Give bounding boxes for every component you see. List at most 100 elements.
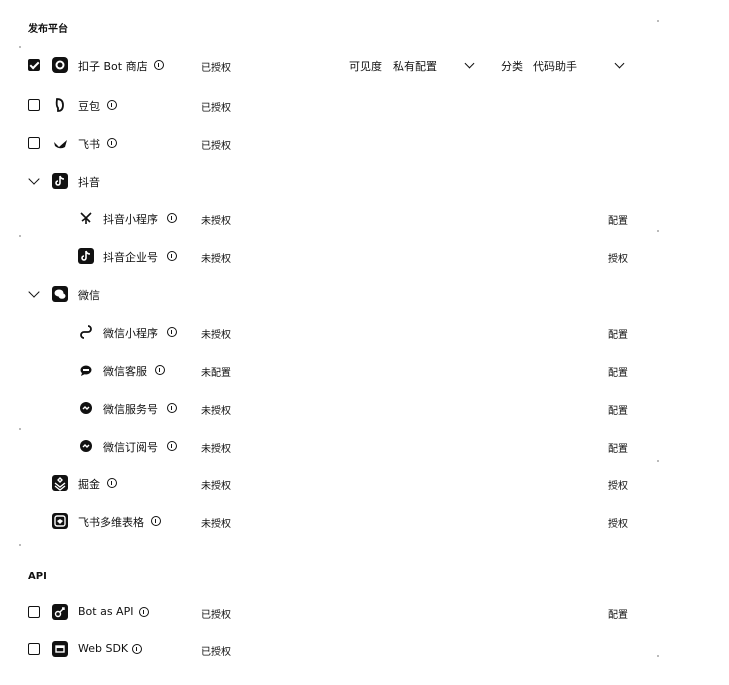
edge-dot xyxy=(657,230,659,232)
douyin-enterprise-icon xyxy=(78,248,94,264)
auth-status: 未授权 xyxy=(201,444,231,455)
edge-dot xyxy=(657,20,659,22)
checkbox-coze-store[interactable] xyxy=(28,59,40,71)
configure-link[interactable]: 配置 xyxy=(608,212,628,227)
platform-name: 微信订阅号 xyxy=(103,441,158,454)
checkbox-bot-as-api[interactable] xyxy=(28,606,40,618)
auth-status: 已授权 xyxy=(201,103,231,114)
info-icon[interactable] xyxy=(107,100,117,110)
auth-status: 已授权 xyxy=(201,63,231,74)
auth-status: 未授权 xyxy=(201,481,231,492)
authorize-link[interactable]: 授权 xyxy=(608,477,628,492)
info-icon[interactable] xyxy=(151,516,161,526)
info-icon[interactable] xyxy=(167,213,177,223)
platform-name: 微信 xyxy=(78,289,100,302)
platform-name: 抖音企业号 xyxy=(103,251,158,264)
visibility-select[interactable]: 私有配置 xyxy=(393,58,437,74)
feishu-icon xyxy=(52,135,68,151)
checkbox-doubao[interactable] xyxy=(28,99,40,111)
platform-name: 扣子 Bot 商店 xyxy=(78,60,148,73)
chevron-down-icon[interactable] xyxy=(28,286,40,298)
platform-row-bot-as-api: Bot as API 已授权 配置 xyxy=(0,598,729,628)
edge-dot xyxy=(19,428,21,430)
info-icon[interactable] xyxy=(154,60,164,70)
platform-name: 飞书 xyxy=(78,138,100,151)
wechat-subscription-icon xyxy=(78,438,94,454)
platform-row-doubao: 豆包 已授权 xyxy=(0,91,729,121)
doubao-icon xyxy=(52,97,68,113)
juejin-icon xyxy=(52,475,68,491)
configure-link[interactable]: 配置 xyxy=(608,364,628,379)
configure-link[interactable]: 配置 xyxy=(608,402,628,417)
platform-name: 抖音 xyxy=(78,176,100,189)
api-icon xyxy=(52,604,68,620)
auth-status: 未配置 xyxy=(201,368,231,379)
platform-row-wechat-service-account: 微信服务号 未授权 配置 xyxy=(0,394,729,424)
category-label: 分类 xyxy=(501,60,523,73)
visibility-label: 可见度 xyxy=(349,60,382,73)
platform-name: 飞书多维表格 xyxy=(78,516,144,529)
platform-row-wechat-customer-service: 微信客服 未配置 配置 xyxy=(0,356,729,386)
chevron-down-icon[interactable] xyxy=(464,58,475,69)
auth-status: 已授权 xyxy=(201,141,231,152)
douyin-icon xyxy=(52,173,68,189)
edge-dot xyxy=(19,46,21,48)
platform-name: 微信小程序 xyxy=(103,327,158,340)
edge-dot xyxy=(19,235,21,237)
auth-status: 未授权 xyxy=(201,406,231,417)
platform-row-web-sdk: Web SDK 已授权 xyxy=(0,635,729,665)
platform-name: 掘金 xyxy=(78,478,100,491)
info-icon[interactable] xyxy=(155,365,165,375)
chevron-down-icon[interactable] xyxy=(614,58,625,69)
auth-status: 未授权 xyxy=(201,519,231,530)
auth-status: 已授权 xyxy=(201,610,231,621)
checkbox-feishu[interactable] xyxy=(28,137,40,149)
info-icon[interactable] xyxy=(132,644,142,654)
wechat-icon xyxy=(52,286,68,302)
wechat-miniprogram-icon xyxy=(78,324,94,340)
info-icon[interactable] xyxy=(167,327,177,337)
info-icon[interactable] xyxy=(139,607,149,617)
feishu-bitable-icon xyxy=(52,513,68,529)
platform-name: 微信客服 xyxy=(103,365,147,378)
coze-store-icon xyxy=(52,57,68,73)
auth-status: 未授权 xyxy=(201,216,231,227)
edge-dot xyxy=(657,460,659,462)
platform-row-douyin-miniapp: 抖音小程序 未授权 配置 xyxy=(0,204,729,234)
info-icon[interactable] xyxy=(167,251,177,261)
configure-link[interactable]: 配置 xyxy=(608,440,628,455)
platform-name: Bot as API xyxy=(78,605,134,618)
platform-row-wechat-miniprogram: 微信小程序 未授权 配置 xyxy=(0,318,729,348)
info-icon[interactable] xyxy=(167,403,177,413)
section-title-api: API xyxy=(28,571,47,582)
platform-name: 豆包 xyxy=(78,100,100,113)
configure-link[interactable]: 配置 xyxy=(608,326,628,341)
web-sdk-icon xyxy=(52,641,68,657)
platform-group-douyin[interactable]: 抖音 xyxy=(0,167,729,197)
platform-row-feishu: 飞书 已授权 xyxy=(0,129,729,159)
platform-row-coze-store: 扣子 Bot 商店 已授权 可见度 私有配置 分类 代码助手 xyxy=(0,51,729,81)
edge-dot xyxy=(19,544,21,546)
platform-name: 抖音小程序 xyxy=(103,213,158,226)
configure-link[interactable]: 配置 xyxy=(608,606,628,621)
auth-status: 未授权 xyxy=(201,330,231,341)
section-title-publish: 发布平台 xyxy=(28,24,68,35)
auth-status: 已授权 xyxy=(201,647,231,658)
info-icon[interactable] xyxy=(107,138,117,148)
platform-row-douyin-enterprise: 抖音企业号 未授权 授权 xyxy=(0,242,729,272)
checkbox-web-sdk[interactable] xyxy=(28,643,40,655)
wechat-service-account-icon xyxy=(78,400,94,416)
authorize-link[interactable]: 授权 xyxy=(608,250,628,265)
auth-status: 未授权 xyxy=(201,254,231,265)
edge-dot xyxy=(657,655,659,657)
platform-row-wechat-subscription: 微信订阅号 未授权 配置 xyxy=(0,432,729,462)
douyin-miniapp-icon xyxy=(78,210,94,226)
info-icon[interactable] xyxy=(107,478,117,488)
platform-name: Web SDK xyxy=(78,642,129,655)
chevron-down-icon[interactable] xyxy=(28,173,40,185)
authorize-link[interactable]: 授权 xyxy=(608,515,628,530)
category-select[interactable]: 代码助手 xyxy=(533,58,577,74)
platform-group-wechat[interactable]: 微信 xyxy=(0,280,729,310)
platform-name: 微信服务号 xyxy=(103,403,158,416)
info-icon[interactable] xyxy=(167,441,177,451)
